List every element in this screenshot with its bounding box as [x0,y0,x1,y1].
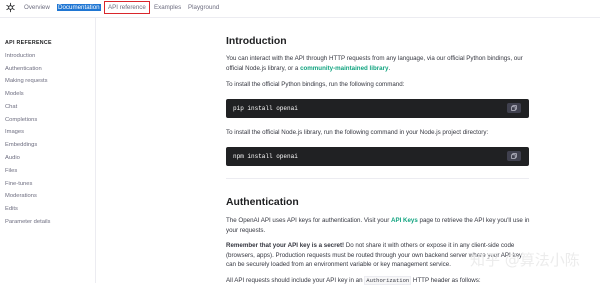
sidebar-item-chat[interactable]: Chat [5,104,17,110]
npm-code-block: npm install openai [226,147,529,166]
watermark: 知乎 @算法小陈 [470,251,580,269]
sidebar-item-parameter-details[interactable]: Parameter details [5,219,50,225]
sidebar-item-completions[interactable]: Completions [5,117,37,123]
top-navigation: Overview Documentation API reference Exa… [0,0,600,18]
nav-overview[interactable]: Overview [24,4,50,11]
header-instruction-paragraph: All API requests should include your API… [226,276,531,286]
authentication-title: Authentication [226,197,299,208]
sidebar-item-files[interactable]: Files [5,168,17,174]
sidebar-heading: API REFERENCE [5,40,52,46]
sidebar-item-models[interactable]: Models [5,91,24,97]
sidebar-item-embeddings[interactable]: Embeddings [5,142,37,148]
sidebar-item-fine-tunes[interactable]: Fine-tunes [5,181,32,187]
nav-playground[interactable]: Playground [188,4,219,11]
introduction-paragraph: You can interact with the API through HT… [226,54,531,73]
sidebar-item-moderations[interactable]: Moderations [5,193,37,199]
api-keys-link[interactable]: API Keys [391,217,418,224]
npm-install-command[interactable]: npm install openai [233,153,298,160]
section-divider [226,178,529,179]
copy-icon [511,105,517,111]
pip-code-block: pip install openai [226,99,529,118]
copy-icon [511,153,517,159]
python-install-instruction: To install the official Python bindings,… [226,81,405,88]
node-install-instruction: To install the official Node.js library,… [226,129,489,136]
intro-text-b: . [388,64,391,72]
nav-examples[interactable]: Examples [154,4,181,11]
authorization-code: Authorization [364,276,412,285]
sidebar-item-images[interactable]: Images [5,129,24,135]
authentication-paragraph: The OpenAI API uses API keys for authent… [226,216,531,235]
pip-install-command[interactable]: pip install openai [233,105,298,112]
auth-text-a: The OpenAI API uses API keys for authent… [226,217,391,224]
copy-button[interactable] [507,103,521,113]
secret-warning-bold: Remember that your API key is a secret! [226,242,345,249]
introduction-title: Introduction [226,36,287,47]
sidebar-item-edits[interactable]: Edits [5,206,18,212]
copy-button[interactable] [507,151,521,161]
openai-logo-icon[interactable] [5,2,16,13]
nav-api-reference[interactable]: API reference [104,1,150,14]
sidebar-item-authentication[interactable]: Authentication [5,66,42,72]
nav-documentation[interactable]: Documentation [57,4,101,11]
sidebar-item-making-requests[interactable]: Making requests [5,78,48,84]
sidebar-item-audio[interactable]: Audio [5,155,20,161]
sidebar-item-introduction[interactable]: Introduction [5,53,35,59]
community-library-link[interactable]: community-maintained library [300,65,388,72]
